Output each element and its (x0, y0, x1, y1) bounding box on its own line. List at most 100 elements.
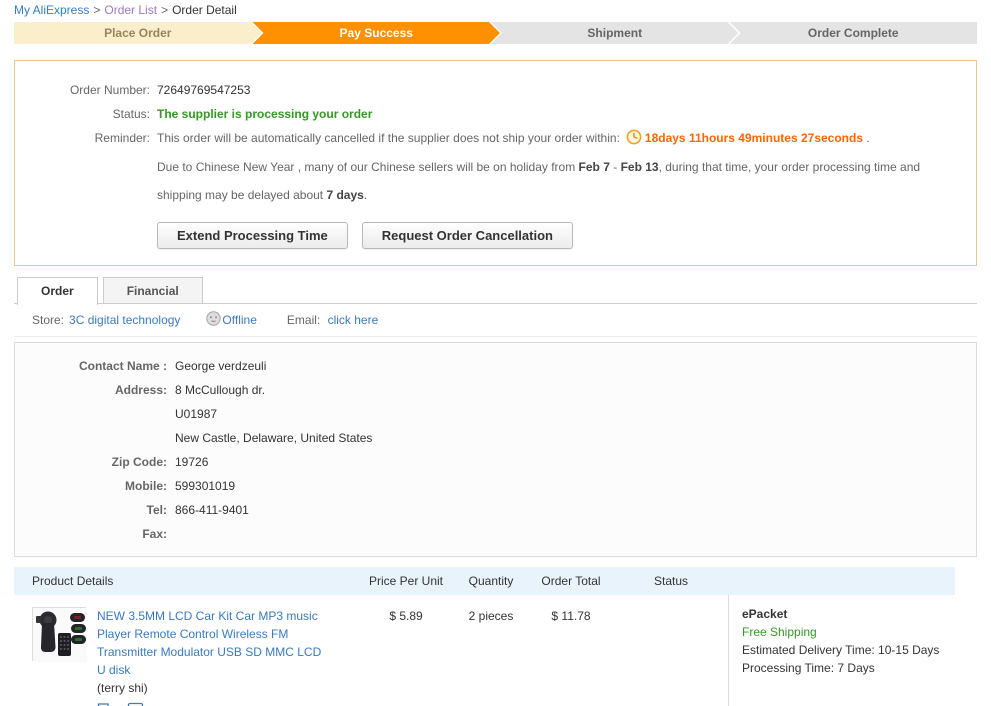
product-row: NEW 3.5MM LCD Car Kit Car MP3 music Play… (14, 595, 955, 706)
contact-row: Zip Code: 19726 (15, 450, 976, 474)
product-table: Product Details Price Per Unit Quantity … (14, 567, 955, 706)
holiday-date-from: Feb 7 (578, 160, 610, 174)
breadcrumb-separator: > (161, 3, 169, 17)
holiday-notice-line1: Due to Chinese New Year , many of our Ch… (157, 153, 976, 181)
product-action-icons (97, 702, 329, 706)
address-label-empty (15, 402, 167, 426)
order-action-buttons: Extend Processing Time Request Order Can… (157, 222, 976, 249)
fax-label: Fax: (142, 527, 167, 541)
progress-step-order-complete: Order Complete (729, 22, 977, 44)
header-product-details: Product Details (32, 574, 114, 588)
contact-name-label: Contact Name : (78, 359, 167, 373)
product-title-link[interactable]: NEW 3.5MM LCD Car Kit Car MP3 music Play… (97, 607, 329, 679)
store-email: Email: click here (287, 313, 378, 327)
product-seller: (terry shi) (97, 681, 148, 695)
free-shipping-label: Free Shipping (742, 625, 817, 639)
progress-step-pay-success: Pay Success (253, 22, 501, 44)
product-table-header: Product Details Price Per Unit Quantity … (14, 567, 955, 595)
progress-step-label: Order Complete (807, 26, 899, 40)
holiday-notice-line2: shipping may be delayed about 7 days. (157, 181, 976, 209)
status-cell (614, 595, 728, 706)
status-label: Status: (112, 107, 150, 121)
quantity-cell: 2 pieces (468, 609, 514, 623)
processing-value: 7 Days (837, 661, 875, 675)
address-line3-value: New Castle, Delaware, United States (175, 431, 373, 445)
offline-status-icon (206, 311, 222, 329)
price-per-unit-cell: $ 5.89 (389, 609, 423, 623)
contact-row: Mobile: 599301019 (15, 474, 976, 498)
mobile-value: 599301019 (175, 479, 236, 493)
contact-info-box: Contact Name : George verdzeuli Address: 8… (14, 342, 977, 557)
holiday-dash: - (609, 160, 621, 174)
clock-icon (626, 129, 642, 153)
progress-step-label: Shipment (587, 26, 643, 40)
contact-row: Address: 8 McCullough dr. (15, 378, 976, 402)
holiday-text: shipping may be delayed about (157, 188, 327, 202)
address-label: Address: (114, 383, 167, 397)
store-status: Offline (206, 311, 257, 329)
processing-label: Processing Time: (742, 661, 835, 675)
email-click-here-link[interactable]: click here (328, 313, 379, 327)
tab-financial[interactable]: Financial (102, 277, 203, 303)
product-text-block: NEW 3.5MM LCD Car Kit Car MP3 music Play… (97, 607, 329, 706)
processing-time: Processing Time: 7 Days (742, 659, 955, 677)
mobile-label: Mobile: (125, 479, 167, 493)
product-details-cell: NEW 3.5MM LCD Car Kit Car MP3 music Play… (14, 595, 358, 706)
address-line2-value: U01987 (175, 407, 218, 421)
order-tabs: Order Financial (14, 277, 977, 305)
tel-label: Tel: (146, 503, 167, 517)
order-status-value: The supplier is processing your order (157, 107, 373, 121)
zip-code-value: 19726 (175, 455, 209, 469)
progress-step-shipment: Shipment (491, 22, 739, 44)
contact-row: Fax: (15, 522, 976, 546)
store-name-link[interactable]: 3C digital technology (69, 313, 180, 327)
reminder-text: This order will be automatically cancell… (157, 126, 870, 153)
order-summary-box: Order Number: 72649769547253 Status: The… (14, 60, 977, 266)
reminder-label: Reminder: (94, 131, 150, 145)
tel-value: 866-411-9401 (175, 503, 249, 517)
countdown-timer: 18days 11hours 49minutes 27seconds (644, 131, 864, 145)
product-thumbnail[interactable] (32, 607, 87, 662)
reminder-sentence: This order will be automatically cancell… (157, 131, 620, 145)
order-detail-page: My AliExpress > Order List > Order Detail Pl… (0, 0, 991, 706)
holiday-date-to: Feb 13 (620, 160, 659, 174)
store-label: Store: (32, 313, 65, 327)
estimated-delivery-time: Estimated Delivery Time: 10-15 Days (742, 641, 955, 659)
delivery-label: Estimated Delivery Time: (742, 643, 875, 657)
zip-code-label: Zip Code: (111, 455, 167, 469)
delivery-value: 10-15 Days (878, 643, 940, 657)
progress-step-label: Pay Success (339, 26, 413, 40)
contact-row: U01987 (15, 402, 976, 426)
countdown-suffix: . (863, 131, 870, 145)
holiday-delay-days: 7 days (326, 188, 364, 202)
holiday-text: . (363, 188, 368, 202)
transaction-card-icon[interactable] (127, 702, 144, 706)
contact-row: New Castle, Delaware, United States (15, 426, 976, 450)
breadcrumb-link-order-list[interactable]: Order List (104, 3, 157, 17)
contact-row: Contact Name : George verdzeuli (15, 354, 976, 378)
shipping-truck-icon[interactable] (97, 702, 116, 706)
header-order-total: Order Total (541, 574, 601, 588)
progress-step-place-order: Place Order (14, 22, 262, 44)
holiday-text: , during that time, your order processin… (658, 160, 921, 174)
holiday-text: Due to Chinese New Year , many of our Ch… (157, 160, 579, 174)
progress-step-label: Place Order (104, 26, 172, 40)
header-price-per-unit: Price Per Unit (368, 574, 444, 588)
contact-name-value: George verdzeuli (175, 359, 267, 373)
shipping-info-panel: ePacket Free Shipping Estimated Delivery… (728, 595, 955, 706)
shipping-method: ePacket (742, 607, 788, 621)
request-order-cancellation-button[interactable]: Request Order Cancellation (361, 222, 573, 249)
order-progress-bar: Place Order Pay Success Shipment Order C… (14, 22, 977, 44)
tab-order[interactable]: Order (17, 277, 98, 305)
address-label-empty (15, 426, 167, 450)
extend-processing-time-button[interactable]: Extend Processing Time (157, 222, 348, 249)
email-label: Email: (286, 313, 321, 327)
address-line1-value: 8 McCullough dr. (175, 383, 266, 397)
header-status: Status (653, 574, 689, 588)
breadcrumb-link-my-aliexpress[interactable]: My AliExpress (14, 3, 89, 17)
breadcrumb-separator: > (93, 3, 101, 17)
offline-status-link[interactable]: Offline (222, 313, 256, 327)
order-number-value: 72649769547253 (157, 83, 251, 97)
order-number-label: Order Number: (69, 83, 150, 97)
contact-row: Tel: 866-411-9401 (15, 498, 976, 522)
